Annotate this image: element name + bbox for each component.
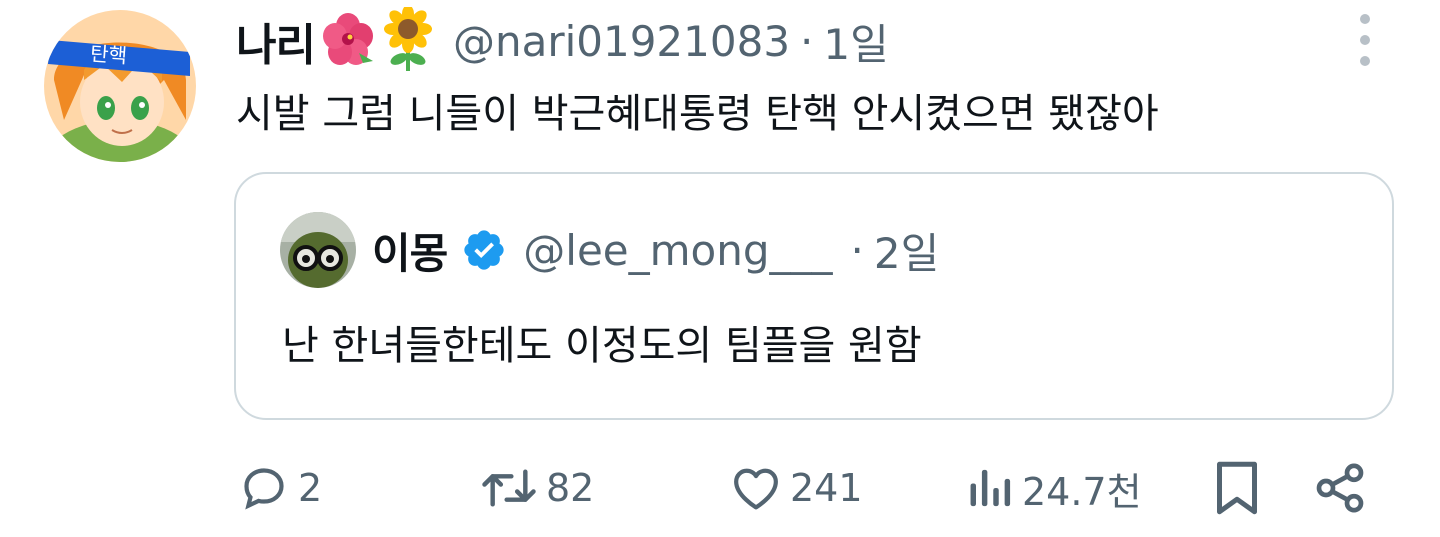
retweet-icon — [478, 460, 540, 516]
views-count: 24.7천 — [1022, 469, 1142, 514]
quoted-tweet-card[interactable]: 이몽 @lee_mong___ · 2일 난 한녀들한테도 이정도의 팀플을 원… — [234, 172, 1394, 420]
heart-icon — [728, 460, 784, 516]
verified-badge-icon — [461, 227, 507, 273]
hibiscus-icon — [319, 13, 377, 69]
reply-count: 2 — [298, 466, 323, 510]
separator-dot: · — [800, 16, 814, 66]
tweet-text: 시발 그럼 니들이 박근혜대통령 탄핵 안시켰으면 됐잖아 — [236, 91, 1159, 137]
share-icon — [1312, 460, 1368, 516]
quoted-author-avatar[interactable] — [280, 212, 356, 288]
separator-dot: · — [850, 225, 864, 275]
reply-icon — [236, 460, 292, 516]
author-handle[interactable]: @nari01921083 — [453, 17, 790, 66]
quoted-tweet-header: 이몽 @lee_mong___ · 2일 — [372, 218, 939, 282]
like-count: 241 — [790, 466, 863, 510]
author-avatar[interactable]: 탄핵 — [44, 10, 196, 162]
tweet-timestamp[interactable]: 1일 — [823, 11, 888, 72]
analytics-icon — [966, 460, 1016, 516]
bookmark-button[interactable] — [1212, 458, 1262, 518]
retweet-button[interactable]: 82 — [478, 458, 594, 518]
retweet-count: 82 — [546, 466, 595, 510]
bookmark-icon — [1212, 458, 1262, 518]
like-button[interactable]: 241 — [728, 458, 863, 518]
tweet-header: 나리 @nari01921083 · 1일 — [236, 5, 889, 75]
quoted-timestamp[interactable]: 2일 — [874, 220, 939, 281]
more-options-icon[interactable] — [1352, 14, 1378, 66]
author-display-name[interactable]: 나리 — [236, 9, 316, 73]
reply-button[interactable]: 2 — [236, 458, 322, 518]
views-button[interactable]: 24.7천 — [966, 458, 1142, 518]
quoted-handle[interactable]: @lee_mong___ — [523, 226, 832, 275]
quoted-tweet-text: 난 한녀들한테도 이정도의 팀플을 원함 — [282, 323, 922, 369]
headband-text: 탄핵 — [89, 41, 127, 68]
share-button[interactable] — [1312, 458, 1368, 518]
sunflower-icon — [381, 5, 435, 75]
quoted-display-name[interactable]: 이몽 — [372, 220, 448, 281]
